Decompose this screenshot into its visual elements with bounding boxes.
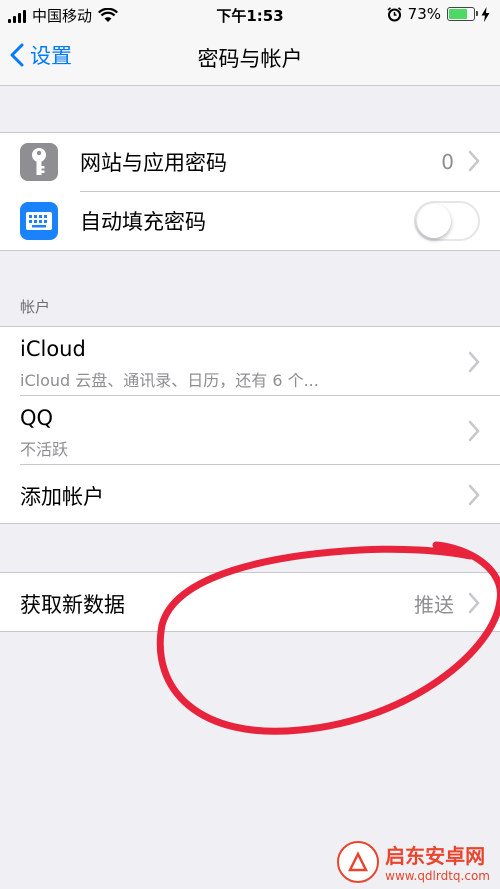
account-row-qq[interactable]: QQ 不活跃	[0, 396, 500, 464]
chevron-right-icon	[468, 484, 480, 510]
accounts-section-header: 帐户	[20, 298, 51, 316]
keyboard-icon	[20, 202, 58, 240]
status-right: 73%	[387, 5, 490, 23]
watermark-url: www.qdlrdtq.com	[385, 869, 490, 883]
navigation-bar: 设置 密码与帐户	[0, 30, 500, 86]
alarm-icon	[387, 6, 402, 21]
account-title: iCloud	[20, 337, 86, 361]
autofill-passwords-row: 自动填充密码	[0, 192, 500, 250]
battery-icon	[447, 7, 478, 21]
chevron-right-icon	[468, 592, 480, 618]
watermark-text: 启东安卓网 www.qdlrdtq.com	[385, 840, 490, 883]
key-icon	[20, 143, 58, 181]
chevron-right-icon	[468, 351, 480, 377]
websites-passwords-label: 网站与应用密码	[80, 151, 227, 175]
account-subtitle: 不活跃	[20, 440, 69, 459]
account-row-icloud[interactable]: iCloud iCloud 云盘、通讯录、日历，还有 6 个...	[0, 327, 500, 395]
watermark: 启东安卓网 www.qdlrdtq.com	[337, 840, 490, 883]
toggle-knob	[417, 204, 451, 238]
watermark-logo-icon	[337, 840, 380, 883]
fetch-new-data-value: 推送	[414, 593, 454, 617]
fetch-new-data-label: 获取新数据	[20, 593, 125, 617]
passwords-group: 网站与应用密码 0 自动填充密码	[0, 132, 500, 251]
websites-passwords-count: 0	[441, 150, 454, 174]
fetch-new-data-row[interactable]: 获取新数据 推送	[0, 573, 500, 631]
accounts-group: iCloud iCloud 云盘、通讯录、日历，还有 6 个... QQ 不活跃…	[0, 326, 500, 524]
add-account-row[interactable]: 添加帐户	[0, 465, 500, 523]
add-account-label: 添加帐户	[20, 485, 104, 509]
account-title: QQ	[20, 406, 54, 430]
watermark-name: 启东安卓网	[385, 844, 486, 868]
status-bar: 中国移动 下午1:53 73%	[0, 0, 500, 30]
page-title: 密码与帐户	[197, 47, 303, 71]
charging-icon	[481, 6, 490, 22]
autofill-passwords-label: 自动填充密码	[80, 210, 206, 234]
autofill-toggle[interactable]	[414, 201, 480, 241]
websites-passwords-row[interactable]: 网站与应用密码 0	[0, 133, 500, 191]
chevron-right-icon	[468, 150, 480, 176]
fetch-group: 获取新数据 推送	[0, 572, 500, 632]
account-subtitle: iCloud 云盘、通讯录、日历，还有 6 个...	[20, 371, 319, 390]
chevron-right-icon	[468, 420, 480, 446]
battery-percent: 73%	[407, 5, 441, 23]
